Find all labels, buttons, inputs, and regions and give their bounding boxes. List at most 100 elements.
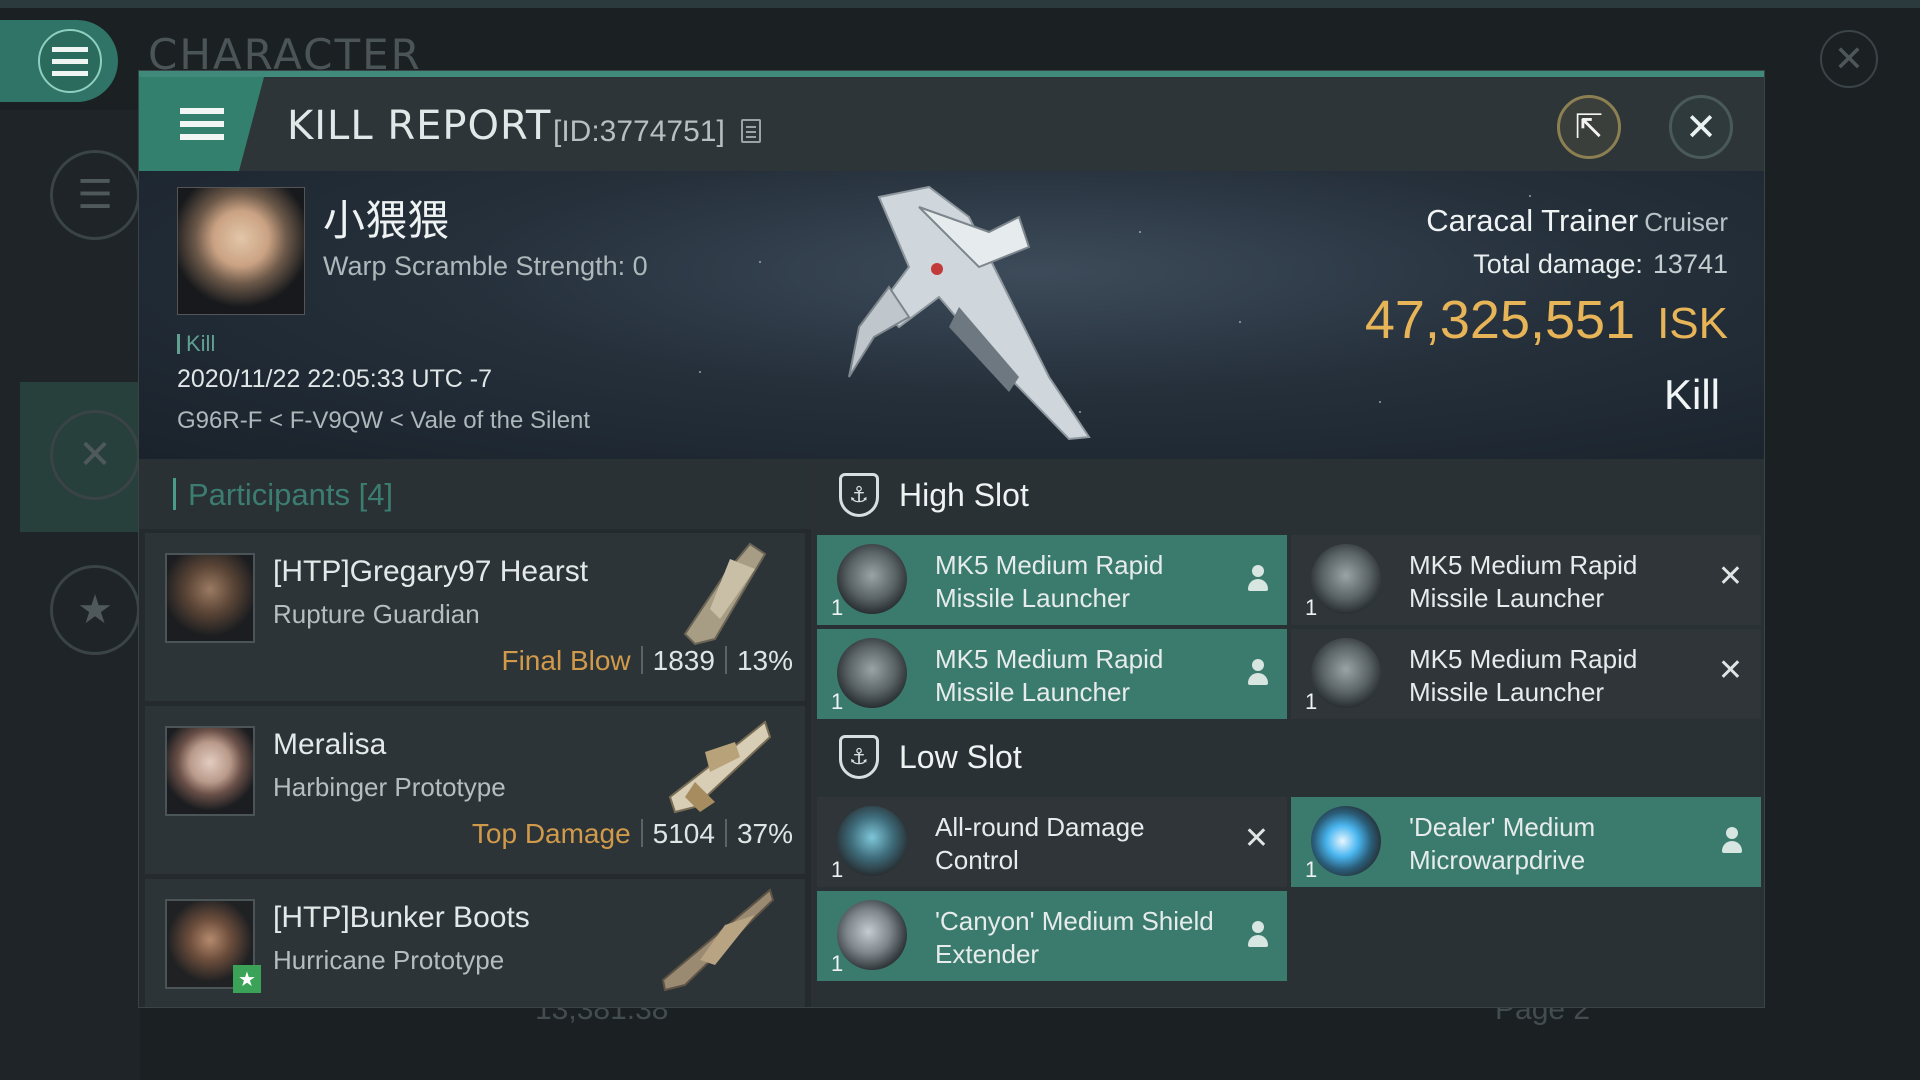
participant-damage: 1839: [652, 645, 715, 676]
module-low-3[interactable]: 1 'Canyon' Medium Shield Extender: [817, 891, 1287, 981]
isk-value: 47,325,551: [1364, 290, 1636, 350]
top-damage-label: Top Damage: [471, 818, 631, 849]
top-bar: [0, 0, 1920, 8]
participant-name: [HTP]Bunker Boots: [273, 901, 530, 934]
dialog-title: KILL REPORT: [287, 103, 552, 149]
destroyed-x-icon: ✕: [1243, 822, 1269, 855]
module-high-2[interactable]: 1 MK5 Medium Rapid Missile Launcher ✕: [1291, 535, 1761, 625]
module-qty: 1: [831, 689, 844, 714]
module-name: MK5 Medium Rapid Missile Launcher: [1409, 644, 1638, 707]
module-low-2[interactable]: 1 'Dealer' Medium Microwarpdrive: [1291, 797, 1761, 887]
close-icon: ✕: [1685, 106, 1717, 149]
participant-avatar: ★: [165, 899, 261, 993]
caracal-ship-image: [848, 185, 1091, 441]
crossed-swords-icon[interactable]: ✕: [50, 410, 140, 500]
warp-scramble-strength: Warp Scramble Strength: 0: [323, 251, 648, 281]
module-high-4[interactable]: 1 MK5 Medium Rapid Missile Launcher ✕: [1291, 629, 1761, 719]
missile-launcher-icon: [837, 544, 907, 614]
participant-ship: Harbinger Prototype: [273, 772, 506, 802]
module-empty-slot: [1291, 891, 1761, 981]
module-low-1[interactable]: 1 All-round Damage Control ✕: [817, 797, 1287, 887]
isk-row: 47,325,551 ISK: [1365, 289, 1728, 351]
kill-banner: 小猥猥 Warp Scramble Strength: 0 Kill 2020/…: [139, 171, 1764, 459]
person-icon: [1247, 659, 1269, 687]
kill-result: Kill: [1663, 371, 1720, 418]
module-name: MK5 Medium Rapid Missile Launcher: [935, 550, 1164, 613]
victim-portrait[interactable]: [177, 187, 305, 315]
ship-name[interactable]: Caracal Trainer: [1426, 203, 1638, 238]
module-high-1[interactable]: 1 MK5 Medium Rapid Missile Launcher: [817, 535, 1287, 625]
damage-control-icon: [837, 806, 907, 876]
dialog-menu-button[interactable]: [139, 77, 264, 171]
low-slot-header: ⚓ Low Slot: [817, 721, 1764, 791]
participant-percent: 13%: [736, 645, 793, 676]
rupture-ship-icon: [683, 542, 767, 646]
fitting-slots-panel: ⚓ High Slot 1 MK5 Medium Rapid Missile L…: [817, 459, 1764, 1007]
report-id: [ID:3774751]: [553, 115, 725, 148]
background-sidebar: ☰ ✕ ★: [0, 110, 140, 1080]
person-icon: [1247, 921, 1269, 949]
total-damage-row: Total damage: 13741: [1473, 249, 1728, 280]
participant-ship: Rupture Guardian: [273, 599, 480, 629]
total-damage-value: 13741: [1652, 249, 1728, 279]
module-name: MK5 Medium Rapid Missile Launcher: [935, 644, 1164, 707]
hurricane-ship-icon: [661, 888, 775, 992]
star-icon[interactable]: ★: [50, 565, 140, 655]
low-slot-icon: ⚓: [839, 735, 879, 779]
module-name: All-round Damage Control: [935, 812, 1145, 875]
participant-row[interactable]: ★ [HTP]Bunker Boots Hurricane Prototype: [145, 879, 805, 1007]
module-qty: 1: [1305, 595, 1318, 620]
participant-stats: Top Damage 5104 37%: [472, 818, 793, 850]
high-slot-icon: ⚓: [839, 473, 879, 517]
participants-panel: Participants [4] [HTP]Gregary97 Hearst R…: [139, 459, 811, 1007]
kill-datetime: 2020/11/22 22:05:33 UTC -7: [177, 365, 493, 393]
module-name: 'Dealer' Medium Microwarpdrive: [1409, 812, 1596, 875]
shield-extender-icon: [837, 900, 907, 970]
isk-unit: ISK: [1657, 299, 1728, 348]
microwarpdrive-icon: [1311, 806, 1381, 876]
module-qty: 1: [1305, 857, 1318, 882]
harbinger-ship-icon: [668, 720, 772, 814]
low-slot-label: Low Slot: [899, 739, 1022, 775]
module-qty: 1: [831, 951, 844, 976]
participant-row[interactable]: [HTP]Gregary97 Hearst Rupture Guardian F…: [145, 533, 805, 701]
copy-icon[interactable]: [741, 119, 761, 143]
participant-stats: Final Blow 1839 13%: [501, 645, 793, 677]
share-button[interactable]: ⇱: [1557, 95, 1621, 159]
missile-launcher-icon: [1311, 638, 1381, 708]
hamburger-icon: [179, 108, 224, 140]
high-slot-label: High Slot: [899, 477, 1029, 513]
missile-launcher-icon: [1311, 544, 1381, 614]
participant-name: [HTP]Gregary97 Hearst: [273, 555, 589, 588]
high-slot-header: ⚓ High Slot: [817, 459, 1764, 529]
ship-name-row: Caracal Trainer Cruiser: [1426, 203, 1728, 239]
module-high-3[interactable]: 1 MK5 Medium Rapid Missile Launcher: [817, 629, 1287, 719]
module-qty: 1: [1305, 689, 1318, 714]
ship-class: Cruiser: [1644, 207, 1728, 237]
module-qty: 1: [831, 595, 844, 620]
menu-icon: [38, 29, 102, 93]
destroyed-x-icon: ✕: [1717, 654, 1743, 687]
background-close-icon[interactable]: ✕: [1820, 30, 1878, 88]
total-damage-label: Total damage:: [1473, 249, 1643, 279]
module-qty: 1: [831, 857, 844, 882]
share-icon: ⇱: [1574, 108, 1604, 146]
participants-header[interactable]: Participants [4]: [139, 459, 811, 529]
participant-ship: Hurricane Prototype: [273, 945, 505, 975]
person-icon: [1721, 827, 1743, 855]
participant-row[interactable]: Meralisa Harbinger Prototype Top Damage 5…: [145, 706, 805, 874]
module-name: 'Canyon' Medium Shield Extender: [935, 906, 1214, 969]
list-icon[interactable]: ☰: [50, 150, 140, 240]
kill-location[interactable]: G96R-F < F-V9QW < Vale of the Silent: [177, 407, 590, 435]
missile-launcher-icon: [837, 638, 907, 708]
kill-tag: Kill: [177, 331, 215, 357]
close-button[interactable]: ✕: [1669, 95, 1733, 159]
module-name: MK5 Medium Rapid Missile Launcher: [1409, 550, 1638, 613]
participant-name: Meralisa: [273, 728, 387, 761]
final-blow-label: Final Blow: [501, 645, 631, 676]
victim-name[interactable]: 小猥猥: [323, 187, 449, 248]
person-icon: [1247, 565, 1269, 593]
main-menu-button[interactable]: [0, 20, 118, 102]
participants-title: Participants [4]: [173, 477, 393, 513]
star-badge-icon: ★: [233, 965, 261, 993]
